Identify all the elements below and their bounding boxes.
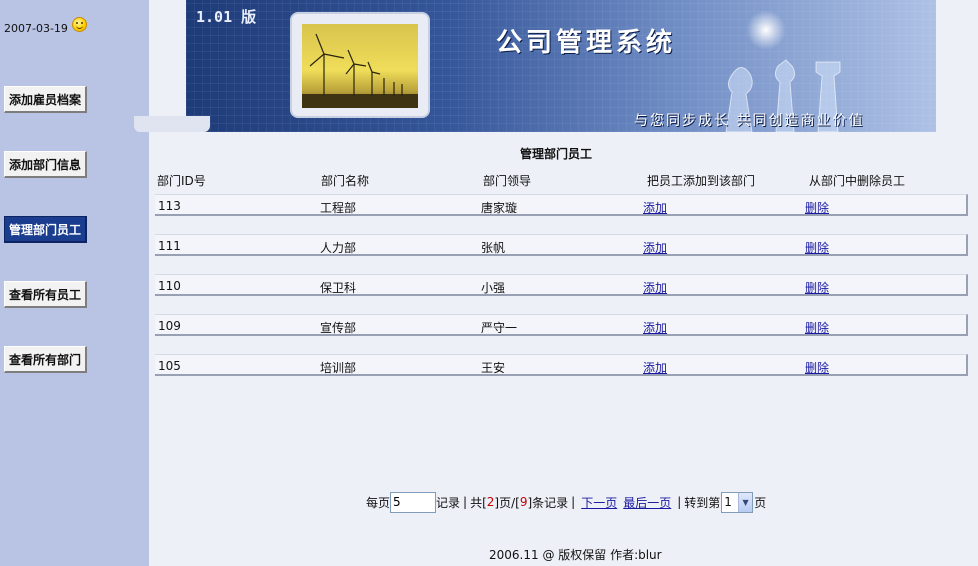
records-label: 记录 bbox=[436, 495, 461, 510]
delete-employee-link[interactable]: 删除 bbox=[805, 241, 829, 255]
table-row: 105 培训部 王安 添加 删除 bbox=[155, 354, 968, 376]
dept-name: 培训部 bbox=[320, 361, 357, 375]
system-slogan: 与您同步成长 共同创造商业价值 bbox=[634, 113, 865, 129]
date-display: 2007-03-19 bbox=[4, 17, 87, 35]
current-date: 2007-03-19 bbox=[4, 22, 68, 35]
total-pages: 2 bbox=[486, 495, 495, 509]
col-header-id: 部门ID号 bbox=[157, 174, 206, 188]
dept-id: 110 bbox=[158, 279, 181, 293]
dept-leader: 严守一 bbox=[481, 321, 518, 335]
col-header-name: 部门名称 bbox=[321, 174, 370, 188]
dept-name: 保卫科 bbox=[320, 281, 357, 295]
total-records: 9 bbox=[519, 495, 528, 509]
page-select[interactable]: 1 ▼ bbox=[721, 491, 754, 513]
separator: | bbox=[677, 495, 682, 509]
version-label: 1.01 版 bbox=[196, 8, 257, 26]
add-employee-link[interactable]: 添加 bbox=[643, 281, 667, 295]
delete-employee-link[interactable]: 删除 bbox=[805, 321, 829, 335]
separator: | bbox=[463, 495, 468, 509]
dept-id: 113 bbox=[158, 199, 181, 213]
records-suffix: ]条记录 bbox=[527, 495, 569, 510]
nav-manage-department-staff-button[interactable]: 管理部门员工 bbox=[4, 216, 88, 243]
dept-id: 109 bbox=[158, 319, 181, 333]
sidebar: 2007-03-19 添加雇员档案 添加部门信息 管理部门员工 查看所有员工 查… bbox=[0, 0, 149, 566]
header-banner: 1.01 版 公司管理系统 与您同步成长 共同创造商业价值 bbox=[186, 0, 936, 132]
col-header-add: 把员工添加到该部门 bbox=[647, 174, 756, 188]
delete-employee-link[interactable]: 删除 bbox=[805, 281, 829, 295]
pagination-bar: 每页 记录 | 共[2]页/[9]条记录 | 下一页 最后一页 | 转到第 1 … bbox=[366, 491, 766, 513]
goto-label: 转到第 bbox=[684, 495, 721, 510]
table-row: 110 保卫科 小强 添加 删除 bbox=[155, 274, 968, 296]
nav-view-all-departments-button[interactable]: 查看所有部门 bbox=[4, 346, 88, 373]
nav-add-employee-button[interactable]: 添加雇员档案 bbox=[4, 86, 88, 113]
dept-name: 工程部 bbox=[320, 201, 357, 215]
separator: | bbox=[571, 495, 576, 509]
add-employee-link[interactable]: 添加 bbox=[643, 241, 667, 255]
delete-employee-link[interactable]: 删除 bbox=[805, 201, 829, 215]
dept-id: 111 bbox=[158, 239, 181, 253]
dept-name: 宣传部 bbox=[320, 321, 357, 335]
nav-add-department-button[interactable]: 添加部门信息 bbox=[4, 151, 88, 178]
wind-turbine-image bbox=[302, 24, 418, 108]
delete-employee-link[interactable]: 删除 bbox=[805, 361, 829, 375]
dept-name: 人力部 bbox=[320, 241, 357, 255]
page-select-value: 1 bbox=[724, 495, 732, 509]
system-title: 公司管理系统 bbox=[496, 28, 677, 58]
nav-view-all-employees-button[interactable]: 查看所有员工 bbox=[4, 281, 88, 308]
add-employee-link[interactable]: 添加 bbox=[643, 321, 667, 335]
next-page-link[interactable]: 下一页 bbox=[581, 494, 617, 511]
dept-leader: 张帆 bbox=[481, 241, 506, 255]
monitor-image bbox=[290, 12, 430, 118]
dept-id: 105 bbox=[158, 359, 181, 373]
table-header: 部门ID号 部门名称 部门领导 把员工添加到该部门 从部门中删除员工 bbox=[157, 172, 969, 188]
per-page-input[interactable] bbox=[390, 491, 437, 513]
copyright-footer: 2006.11 @ 版权保留 作者:blur bbox=[489, 548, 662, 562]
table-row: 113 工程部 唐家璇 添加 删除 bbox=[155, 194, 968, 216]
dept-leader: 小强 bbox=[481, 281, 506, 295]
last-page-link[interactable]: 最后一页 bbox=[623, 494, 671, 511]
dept-leader: 唐家璇 bbox=[481, 201, 518, 215]
col-header-leader: 部门领导 bbox=[483, 174, 532, 188]
chevron-down-icon[interactable]: ▼ bbox=[737, 492, 753, 512]
total-prefix: 共[ bbox=[470, 495, 487, 510]
dept-leader: 王安 bbox=[481, 361, 506, 375]
add-employee-link[interactable]: 添加 bbox=[643, 361, 667, 375]
page-label: 页 bbox=[754, 495, 767, 510]
add-employee-link[interactable]: 添加 bbox=[643, 201, 667, 215]
table-row: 109 宣传部 严守一 添加 删除 bbox=[155, 314, 968, 336]
col-header-delete: 从部门中删除员工 bbox=[809, 174, 906, 188]
pages-mid: ]页/[ bbox=[494, 495, 520, 510]
table-row: 111 人力部 张帆 添加 删除 bbox=[155, 234, 968, 256]
page-title: 管理部门员工 bbox=[520, 147, 593, 161]
per-page-label: 每页 bbox=[366, 495, 391, 510]
smiley-icon bbox=[71, 17, 87, 32]
